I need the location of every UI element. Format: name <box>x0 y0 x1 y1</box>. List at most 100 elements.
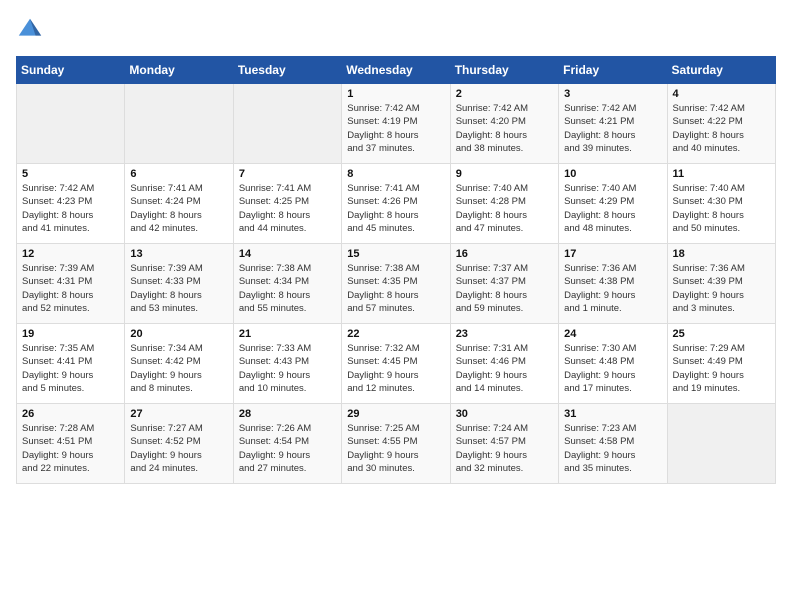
calendar-week-2: 12 Sunrise: 7:39 AM Sunset: 4:31 PM Dayli… <box>17 244 776 324</box>
day-info: Sunrise: 7:41 AM Sunset: 4:26 PM Dayligh… <box>347 182 444 235</box>
calendar-cell: 11 Sunrise: 7:40 AM Sunset: 4:30 PM Dayli… <box>667 164 775 244</box>
calendar-week-0: 1 Sunrise: 7:42 AM Sunset: 4:19 PM Daylig… <box>17 84 776 164</box>
calendar-cell: 10 Sunrise: 7:40 AM Sunset: 4:29 PM Dayli… <box>559 164 667 244</box>
page: SundayMondayTuesdayWednesdayThursdayFrid… <box>0 0 792 612</box>
calendar-week-3: 19Sunrise: 7:35 AM Sunset: 4:41 PM Dayli… <box>17 324 776 404</box>
day-number: 22 <box>347 328 444 340</box>
calendar-header-tuesday: Tuesday <box>233 57 341 84</box>
day-number: 25 <box>673 328 770 340</box>
calendar-cell: 26 Sunrise: 7:28 AM Sunset: 4:51 PM Dayli… <box>17 404 125 484</box>
calendar-cell: 18 Sunrise: 7:36 AM Sunset: 4:39 PM Dayli… <box>667 244 775 324</box>
calendar-cell: 21Sunrise: 7:33 AM Sunset: 4:43 PM Dayli… <box>233 324 341 404</box>
day-info: Sunrise: 7:42 AM Sunset: 4:23 PM Dayligh… <box>22 182 119 235</box>
day-info: Sunrise: 7:40 AM Sunset: 4:28 PM Dayligh… <box>456 182 553 235</box>
calendar-cell: 12 Sunrise: 7:39 AM Sunset: 4:31 PM Dayli… <box>17 244 125 324</box>
calendar-cell: 22 Sunrise: 7:32 AM Sunset: 4:45 PM Dayli… <box>342 324 450 404</box>
calendar-cell <box>125 84 233 164</box>
day-number: 7 <box>239 168 336 180</box>
header <box>16 16 776 44</box>
day-number: 11 <box>673 168 770 180</box>
calendar-cell: 31 Sunrise: 7:23 AM Sunset: 4:58 PM Dayli… <box>559 404 667 484</box>
day-number: 2 <box>456 88 553 100</box>
day-number: 31 <box>564 408 661 420</box>
day-number: 14 <box>239 248 336 260</box>
day-number: 26 <box>22 408 119 420</box>
day-info: Sunrise: 7:34 AM Sunset: 4:42 PM Dayligh… <box>130 342 227 395</box>
day-info: Sunrise: 7:40 AM Sunset: 4:29 PM Dayligh… <box>564 182 661 235</box>
day-number: 8 <box>347 168 444 180</box>
calendar-cell: 2 Sunrise: 7:42 AM Sunset: 4:20 PM Daylig… <box>450 84 558 164</box>
calendar-cell: 16 Sunrise: 7:37 AM Sunset: 4:37 PM Dayli… <box>450 244 558 324</box>
day-number: 20 <box>130 328 227 340</box>
day-number: 3 <box>564 88 661 100</box>
day-number: 9 <box>456 168 553 180</box>
calendar-cell: 20 Sunrise: 7:34 AM Sunset: 4:42 PM Dayli… <box>125 324 233 404</box>
day-number: 1 <box>347 88 444 100</box>
day-info: Sunrise: 7:23 AM Sunset: 4:58 PM Dayligh… <box>564 422 661 475</box>
day-number: 6 <box>130 168 227 180</box>
day-number: 16 <box>456 248 553 260</box>
calendar-cell: 5 Sunrise: 7:42 AM Sunset: 4:23 PM Daylig… <box>17 164 125 244</box>
calendar-cell: 30Sunrise: 7:24 AM Sunset: 4:57 PM Dayli… <box>450 404 558 484</box>
day-number: 30 <box>456 408 553 420</box>
day-info: Sunrise: 7:26 AM Sunset: 4:54 PM Dayligh… <box>239 422 336 475</box>
calendar-cell: 23Sunrise: 7:31 AM Sunset: 4:46 PM Dayli… <box>450 324 558 404</box>
day-number: 10 <box>564 168 661 180</box>
day-info: Sunrise: 7:25 AM Sunset: 4:55 PM Dayligh… <box>347 422 444 475</box>
calendar-cell: 17Sunrise: 7:36 AM Sunset: 4:38 PM Dayli… <box>559 244 667 324</box>
calendar-header-thursday: Thursday <box>450 57 558 84</box>
day-number: 17 <box>564 248 661 260</box>
calendar-header-sunday: Sunday <box>17 57 125 84</box>
day-info: Sunrise: 7:41 AM Sunset: 4:24 PM Dayligh… <box>130 182 227 235</box>
calendar-cell: 6 Sunrise: 7:41 AM Sunset: 4:24 PM Daylig… <box>125 164 233 244</box>
day-number: 29 <box>347 408 444 420</box>
calendar-cell <box>667 404 775 484</box>
calendar-cell: 25 Sunrise: 7:29 AM Sunset: 4:49 PM Dayli… <box>667 324 775 404</box>
day-info: Sunrise: 7:29 AM Sunset: 4:49 PM Dayligh… <box>673 342 770 395</box>
calendar-cell: 15Sunrise: 7:38 AM Sunset: 4:35 PM Dayli… <box>342 244 450 324</box>
calendar-week-4: 26 Sunrise: 7:28 AM Sunset: 4:51 PM Dayli… <box>17 404 776 484</box>
day-info: Sunrise: 7:38 AM Sunset: 4:34 PM Dayligh… <box>239 262 336 315</box>
calendar-table: SundayMondayTuesdayWednesdayThursdayFrid… <box>16 56 776 484</box>
calendar-cell <box>233 84 341 164</box>
calendar-cell: 4 Sunrise: 7:42 AM Sunset: 4:22 PM Daylig… <box>667 84 775 164</box>
day-info: Sunrise: 7:40 AM Sunset: 4:30 PM Dayligh… <box>673 182 770 235</box>
day-info: Sunrise: 7:42 AM Sunset: 4:21 PM Dayligh… <box>564 102 661 155</box>
calendar-cell: 1 Sunrise: 7:42 AM Sunset: 4:19 PM Daylig… <box>342 84 450 164</box>
day-number: 4 <box>673 88 770 100</box>
logo <box>16 16 48 44</box>
day-info: Sunrise: 7:41 AM Sunset: 4:25 PM Dayligh… <box>239 182 336 235</box>
day-info: Sunrise: 7:39 AM Sunset: 4:33 PM Dayligh… <box>130 262 227 315</box>
day-info: Sunrise: 7:28 AM Sunset: 4:51 PM Dayligh… <box>22 422 119 475</box>
day-info: Sunrise: 7:32 AM Sunset: 4:45 PM Dayligh… <box>347 342 444 395</box>
day-info: Sunrise: 7:39 AM Sunset: 4:31 PM Dayligh… <box>22 262 119 315</box>
day-info: Sunrise: 7:42 AM Sunset: 4:22 PM Dayligh… <box>673 102 770 155</box>
calendar-header-wednesday: Wednesday <box>342 57 450 84</box>
day-info: Sunrise: 7:30 AM Sunset: 4:48 PM Dayligh… <box>564 342 661 395</box>
day-number: 24 <box>564 328 661 340</box>
day-number: 27 <box>130 408 227 420</box>
calendar-cell: 8 Sunrise: 7:41 AM Sunset: 4:26 PM Daylig… <box>342 164 450 244</box>
day-info: Sunrise: 7:42 AM Sunset: 4:19 PM Dayligh… <box>347 102 444 155</box>
day-info: Sunrise: 7:36 AM Sunset: 4:39 PM Dayligh… <box>673 262 770 315</box>
day-number: 28 <box>239 408 336 420</box>
day-number: 12 <box>22 248 119 260</box>
day-info: Sunrise: 7:37 AM Sunset: 4:37 PM Dayligh… <box>456 262 553 315</box>
day-number: 18 <box>673 248 770 260</box>
calendar-cell: 29 Sunrise: 7:25 AM Sunset: 4:55 PM Dayli… <box>342 404 450 484</box>
calendar-header-monday: Monday <box>125 57 233 84</box>
day-number: 21 <box>239 328 336 340</box>
day-number: 13 <box>130 248 227 260</box>
calendar-cell: 27 Sunrise: 7:27 AM Sunset: 4:52 PM Dayli… <box>125 404 233 484</box>
calendar-cell: 19Sunrise: 7:35 AM Sunset: 4:41 PM Dayli… <box>17 324 125 404</box>
calendar-week-1: 5 Sunrise: 7:42 AM Sunset: 4:23 PM Daylig… <box>17 164 776 244</box>
day-number: 5 <box>22 168 119 180</box>
day-info: Sunrise: 7:27 AM Sunset: 4:52 PM Dayligh… <box>130 422 227 475</box>
logo-icon <box>16 16 44 44</box>
day-number: 15 <box>347 248 444 260</box>
calendar-cell: 7 Sunrise: 7:41 AM Sunset: 4:25 PM Daylig… <box>233 164 341 244</box>
calendar-cell <box>17 84 125 164</box>
day-number: 23 <box>456 328 553 340</box>
calendar-header-row: SundayMondayTuesdayWednesdayThursdayFrid… <box>17 57 776 84</box>
day-info: Sunrise: 7:42 AM Sunset: 4:20 PM Dayligh… <box>456 102 553 155</box>
